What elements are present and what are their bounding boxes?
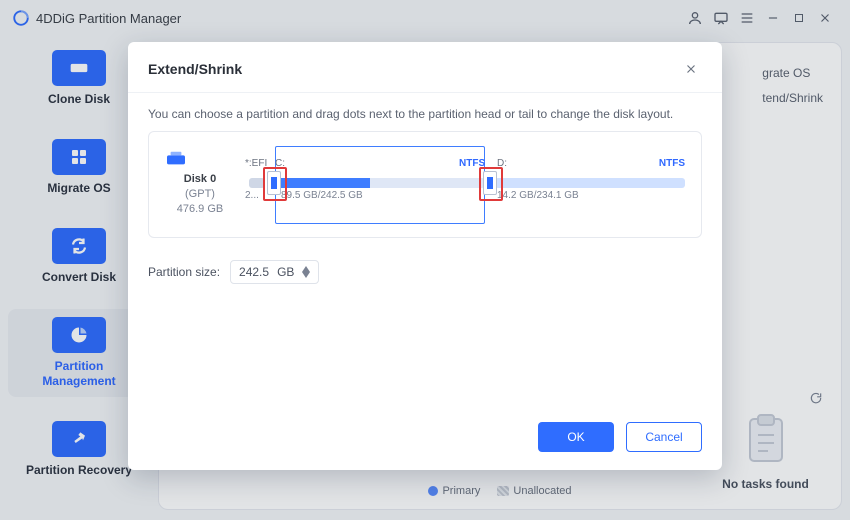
c-used-bar — [275, 178, 370, 188]
disk-capacity: 476.9 GB — [177, 203, 223, 215]
partition-size-input[interactable]: 242.5 GB — [230, 260, 319, 284]
app-window: 4DDiG Partition Manager Clone Disk Migra… — [0, 0, 850, 520]
cancel-button[interactable]: Cancel — [626, 422, 702, 452]
partition-size-label: Partition size: — [148, 265, 220, 279]
disk-layout-box: Disk 0 (GPT) 476.9 GB *:EFI 2... C: NTFS… — [148, 131, 702, 238]
d-partition-size: 14.2 GB/234.1 GB — [497, 190, 579, 201]
dialog-close-button[interactable] — [680, 58, 702, 80]
dialog-footer: OK Cancel — [128, 412, 722, 470]
c-segment[interactable] — [275, 178, 485, 188]
callout-box-left — [263, 167, 287, 201]
chevron-down-icon[interactable] — [302, 272, 310, 278]
size-stepper[interactable] — [302, 266, 310, 278]
dialog-header: Extend/Shrink — [128, 42, 722, 93]
partition-track[interactable]: *:EFI 2... C: NTFS 89.5 GB/242.5 GB D: N… — [249, 160, 685, 206]
disk-name: Disk 0 — [184, 173, 216, 185]
dialog-title: Extend/Shrink — [148, 61, 242, 77]
partition-size-row: Partition size: 242.5 GB — [148, 260, 702, 284]
d-partition-fs: NTFS — [659, 158, 685, 169]
ok-button[interactable]: OK — [538, 422, 614, 452]
efi-partition-size: 2... — [245, 190, 259, 201]
c-partition-size: 89.5 GB/242.5 GB — [281, 190, 363, 201]
extend-shrink-dialog: Extend/Shrink You can choose a partition… — [128, 42, 722, 470]
disk-meta: Disk 0 (GPT) 476.9 GB — [165, 150, 235, 217]
dialog-instruction: You can choose a partition and drag dots… — [148, 107, 702, 121]
callout-box-right — [479, 167, 503, 201]
dialog-body: You can choose a partition and drag dots… — [128, 93, 722, 412]
partition-size-unit: GB — [277, 265, 294, 279]
disk-icon — [165, 150, 235, 168]
disk-scheme: (GPT) — [185, 188, 215, 200]
d-segment[interactable] — [495, 178, 685, 188]
partition-size-value: 242.5 — [239, 265, 269, 279]
